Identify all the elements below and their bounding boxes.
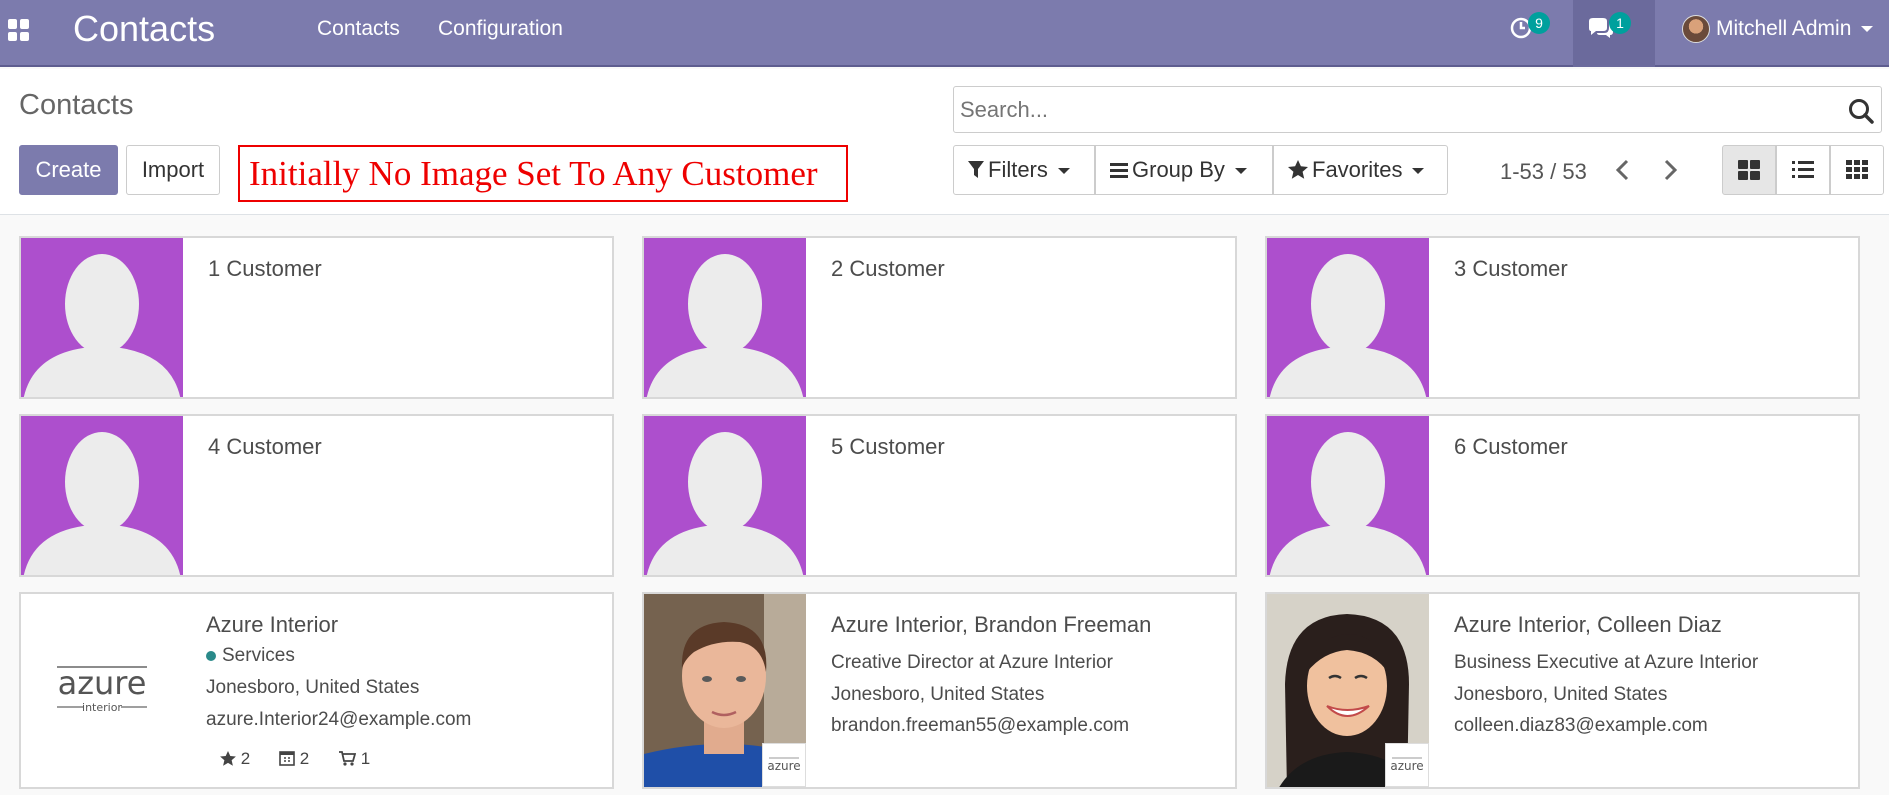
contact-card-colleen-diaz[interactable]: azure Azure Interior, Colleen Diaz Busin… bbox=[1265, 592, 1860, 789]
contact-card-6[interactable]: 6 Customer bbox=[1265, 414, 1860, 577]
category-tag: Services bbox=[206, 645, 295, 667]
contact-card-azure-interior[interactable]: azure interior Azure Interior Services J… bbox=[19, 592, 614, 789]
contact-location: Jonesboro, United States bbox=[1454, 684, 1668, 705]
messaging-menu[interactable]: 1 bbox=[1573, 0, 1655, 67]
logo-wordmark: azure bbox=[58, 664, 147, 702]
contact-email: azure.Interior24@example.com bbox=[206, 709, 472, 730]
caret-down-icon bbox=[1861, 26, 1874, 33]
contact-name: 6 Customer bbox=[1454, 434, 1568, 459]
breadcrumb: Contacts bbox=[19, 89, 134, 121]
orders-count: 1 bbox=[360, 749, 371, 768]
favorites-button[interactable]: Favorites bbox=[1273, 145, 1448, 195]
contact-name: Azure Interior bbox=[206, 612, 339, 637]
pager-value[interactable]: 1-53 / 53 bbox=[1500, 159, 1587, 185]
apps-menu-icon[interactable] bbox=[8, 19, 30, 41]
top-navbar: Contacts Contacts Configuration 9 1 Mitc… bbox=[0, 0, 1889, 67]
contact-email: brandon.freeman55@example.com bbox=[831, 715, 1130, 736]
contact-name: 4 Customer bbox=[208, 434, 322, 459]
user-name: Mitchell Admin bbox=[1716, 17, 1852, 40]
contact-function: Creative Director at Azure Interior bbox=[831, 652, 1113, 673]
list-bars-icon bbox=[1110, 163, 1128, 178]
app-brand[interactable]: Contacts bbox=[73, 8, 215, 50]
meetings-stat[interactable]: 2 bbox=[279, 749, 309, 769]
tag-label: Services bbox=[222, 645, 295, 666]
favorites-label: Favorites bbox=[1312, 157, 1403, 182]
user-avatar bbox=[1682, 15, 1710, 43]
message-count-badge: 1 bbox=[1609, 12, 1631, 34]
contact-location: Jonesboro, United States bbox=[831, 684, 1045, 705]
contact-avatar-placeholder bbox=[21, 416, 183, 575]
contact-name: Azure Interior, Brandon Freeman bbox=[831, 612, 1152, 637]
tag-color-dot bbox=[206, 650, 216, 661]
group-by-label: Group By bbox=[1132, 157, 1225, 182]
contact-name: Azure Interior, Colleen Diaz bbox=[1454, 612, 1722, 637]
user-menu-label: Mitchell Admin bbox=[1716, 17, 1874, 41]
activity-count-badge: 9 bbox=[1528, 12, 1550, 34]
calendar-icon bbox=[279, 751, 295, 766]
contact-card-4[interactable]: 4 Customer bbox=[19, 414, 614, 577]
contact-name: 5 Customer bbox=[831, 434, 945, 459]
grid-icon bbox=[1846, 160, 1868, 179]
contact-email: colleen.diaz83@example.com bbox=[1454, 715, 1708, 736]
contact-name: 3 Customer bbox=[1454, 256, 1568, 281]
control-panel: Contacts Create Import Initially No Imag… bbox=[0, 69, 1889, 215]
contact-card-brandon-freeman[interactable]: azure Azure Interior, Brandon Freeman Cr… bbox=[642, 592, 1237, 789]
menu-item-contacts[interactable]: Contacts bbox=[317, 17, 400, 41]
filters-label: Filters bbox=[988, 157, 1048, 182]
list-icon bbox=[1792, 161, 1814, 178]
contact-location: Jonesboro, United States bbox=[206, 677, 420, 698]
contact-name: 1 Customer bbox=[208, 256, 322, 281]
list-view-button[interactable] bbox=[1776, 145, 1830, 195]
contact-avatar-placeholder bbox=[1267, 416, 1429, 575]
activity-menu[interactable]: 9 bbox=[1500, 0, 1580, 67]
star-icon bbox=[1288, 160, 1308, 179]
favorites-stat[interactable]: 2 bbox=[220, 749, 250, 769]
badge-wordmark: azure bbox=[767, 759, 800, 773]
star-icon bbox=[220, 751, 236, 766]
filter-icon bbox=[968, 161, 984, 178]
contact-avatar-placeholder bbox=[644, 416, 806, 575]
company-logo: azure interior bbox=[21, 594, 183, 787]
contact-function: Business Executive at Azure Interior bbox=[1454, 652, 1759, 673]
search-box[interactable] bbox=[953, 86, 1882, 133]
menu-item-configuration[interactable]: Configuration bbox=[438, 17, 563, 41]
user-menu[interactable]: Mitchell Admin bbox=[1672, 0, 1889, 67]
caret-down-icon bbox=[1234, 168, 1247, 175]
logo-subtitle: interior bbox=[82, 701, 122, 714]
search-icon[interactable] bbox=[1847, 97, 1875, 125]
caret-down-icon bbox=[1412, 168, 1425, 175]
badge-wordmark: azure bbox=[1390, 759, 1423, 773]
kanban-icon bbox=[1738, 160, 1760, 180]
group-by-button[interactable]: Group By bbox=[1095, 145, 1273, 195]
chevron-left-icon[interactable] bbox=[1608, 155, 1638, 185]
company-badge: azure bbox=[1385, 743, 1429, 787]
contact-card-1[interactable]: 1 Customer bbox=[19, 236, 614, 399]
cart-icon bbox=[339, 751, 357, 766]
contact-avatar-placeholder bbox=[1267, 238, 1429, 397]
contact-card-3[interactable]: 3 Customer bbox=[1265, 236, 1860, 399]
contact-name: 2 Customer bbox=[831, 256, 945, 281]
import-button[interactable]: Import bbox=[126, 145, 220, 195]
meetings-count: 2 bbox=[299, 749, 310, 768]
kanban-view-button[interactable] bbox=[1722, 145, 1776, 195]
annotation-note: Initially No Image Set To Any Customer bbox=[238, 145, 848, 202]
orders-stat[interactable]: 1 bbox=[339, 749, 370, 769]
search-input[interactable] bbox=[960, 91, 1820, 129]
company-badge: azure bbox=[762, 743, 806, 787]
caret-down-icon bbox=[1057, 168, 1070, 175]
create-button[interactable]: Create bbox=[19, 145, 118, 195]
chevron-right-icon[interactable] bbox=[1655, 155, 1685, 185]
favorites-count: 2 bbox=[240, 749, 251, 768]
contact-avatar-placeholder bbox=[644, 238, 806, 397]
contact-card-2[interactable]: 2 Customer bbox=[642, 236, 1237, 399]
activity-grid-view-button[interactable] bbox=[1830, 145, 1884, 195]
filters-button[interactable]: Filters bbox=[953, 145, 1095, 195]
contact-card-5[interactable]: 5 Customer bbox=[642, 414, 1237, 577]
contact-avatar-placeholder bbox=[21, 238, 183, 397]
kanban-view: 1 Customer 2 Customer 3 Customer 4 Custo… bbox=[0, 216, 1889, 795]
